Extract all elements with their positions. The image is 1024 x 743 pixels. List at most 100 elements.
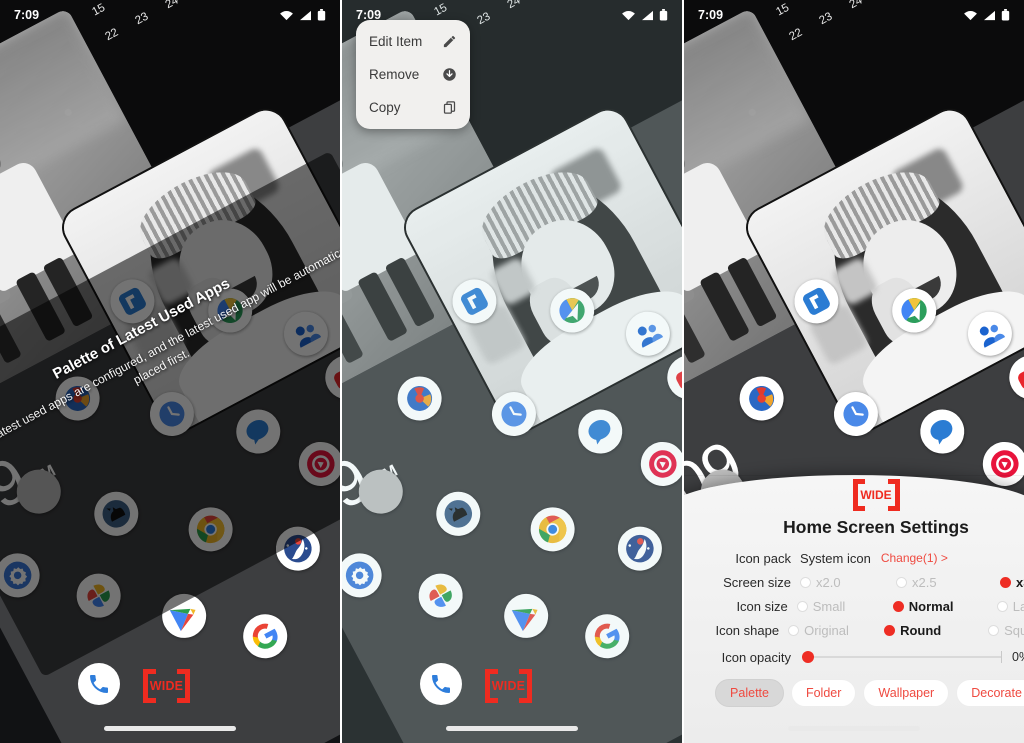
option-label: Square [1004, 622, 1024, 638]
tab-decorate[interactable]: Decorate [956, 679, 1024, 707]
wide-logo-text: WIDE [149, 679, 184, 693]
home-screen-rotated-surface-1: February 1234567891011121314151617181920… [0, 0, 340, 743]
phone-icon [90, 675, 108, 693]
app-icon-photos[interactable] [410, 565, 471, 625]
app-icon-clock[interactable] [826, 383, 886, 444]
app-icon-photos-edit[interactable] [389, 368, 450, 428]
slider-end-tick [1001, 651, 1002, 663]
icon-opacity-slider[interactable] [802, 651, 1002, 663]
tab-palette[interactable]: Palette [715, 679, 784, 707]
phone-panel-3: February 1234567891011121314151617181920… [684, 0, 1024, 743]
icon-size-option-large[interactable]: Large [996, 598, 1024, 614]
context-menu-item-copy[interactable]: Copy [356, 91, 470, 124]
battery-icon [659, 9, 668, 21]
screen-size-option-x25[interactable]: x2.5 [896, 575, 1000, 590]
wide-logo-text: WIDE [860, 488, 892, 502]
status-bar-1: 7:09 [0, 0, 340, 30]
dock-phone-button[interactable] [78, 663, 120, 705]
icon-size-option-small[interactable]: Small [796, 598, 893, 614]
option-label: Large [1012, 598, 1024, 614]
icon-pack-label: Icon pack [735, 550, 791, 566]
option-label: x2.5 [912, 574, 937, 590]
setting-row-icon-opacity: Icon opacity 0% [706, 644, 1024, 670]
phone-panel-1: February 1234567891011121314151617181920… [0, 0, 340, 743]
option-label: Small [812, 598, 846, 614]
icon-shape-option-round[interactable]: Round [884, 623, 988, 638]
app-icon-messages[interactable] [570, 401, 631, 461]
icon-pack-value: System icon [800, 550, 871, 566]
status-time: 7:09 [698, 8, 724, 22]
setting-row-icon-shape: Icon shape Original Round Square [706, 618, 1024, 642]
settings-title: Home Screen Settings [783, 517, 969, 537]
icon-opacity-label: Icon opacity [721, 649, 791, 665]
dock-phone-button[interactable] [420, 663, 462, 705]
status-time: 7:09 [14, 8, 40, 22]
dock-2: WIDE [342, 651, 682, 743]
app-icon-clock[interactable] [484, 383, 544, 444]
app-icon-messages[interactable] [912, 401, 973, 461]
icon-pack-change-link[interactable]: Change(1) > [881, 551, 948, 565]
app-icon-office[interactable] [786, 271, 847, 331]
signal-icon [984, 10, 995, 20]
nav-gesture-bar[interactable] [788, 726, 920, 731]
battery-icon [1001, 9, 1010, 21]
phone-icon [432, 675, 450, 693]
context-menu[interactable]: Edit Item Remove Copy [356, 20, 470, 129]
tab-wallpaper[interactable]: Wallpaper [863, 679, 950, 707]
app-icon-play-store[interactable] [496, 585, 556, 646]
radio-icon [788, 624, 800, 636]
context-menu-item-remove[interactable]: Remove [356, 58, 470, 91]
wifi-icon [280, 10, 293, 20]
dock-wide-logo[interactable]: WIDE [485, 669, 532, 703]
app-icon-nebula[interactable] [610, 518, 670, 578]
app-icon-maps[interactable] [884, 280, 944, 340]
option-label: Normal [908, 598, 954, 614]
dock-wide-logo[interactable]: WIDE [143, 669, 190, 703]
screen-size-option-x30[interactable]: x3.0 [1000, 575, 1024, 590]
app-icon-maps[interactable] [542, 280, 602, 340]
setting-row-icon-size: Icon size Small Normal Large [706, 594, 1024, 618]
battery-icon [317, 9, 326, 21]
option-label: x2.0 [816, 574, 841, 590]
option-label: Original [804, 622, 849, 638]
wifi-icon [964, 10, 977, 20]
wifi-icon [622, 10, 635, 20]
signal-icon [642, 10, 653, 20]
icon-shape-option-original[interactable]: Original [788, 623, 884, 638]
app-icon-chrome[interactable] [522, 499, 583, 559]
app-icon-youtube[interactable] [1001, 347, 1024, 407]
app-icon-target[interactable] [633, 433, 682, 494]
screenshot-root: February 1234567891011121314151617181920… [0, 0, 1024, 743]
nav-gesture-bar[interactable] [104, 726, 236, 731]
app-icon-placeholder[interactable] [351, 461, 411, 521]
radio-icon [884, 624, 896, 636]
status-icons [963, 9, 1010, 21]
radio-icon [800, 576, 811, 588]
radio-icon [796, 600, 808, 612]
dock-1: WIDE [0, 651, 340, 743]
option-label: x3.0 [1016, 574, 1024, 590]
nav-gesture-bar[interactable] [446, 726, 578, 731]
icon-shape-option-square[interactable]: Square [988, 623, 1024, 638]
signal-icon [300, 10, 311, 20]
icon-size-option-normal[interactable]: Normal [892, 598, 997, 614]
copy-icon [443, 101, 456, 114]
app-icon-photos-edit[interactable] [731, 368, 792, 428]
screen-size-option-x20[interactable]: x2.0 [800, 575, 896, 590]
sheet-top-hairline [684, 475, 1024, 476]
context-menu-item-edit-item[interactable]: Edit Item [356, 25, 470, 58]
icon-shape-label: Icon shape [715, 622, 780, 638]
tab-folder[interactable]: Folder [790, 679, 857, 707]
status-icons [279, 9, 326, 21]
app-icon-youtube[interactable] [659, 347, 682, 407]
app-icon-office[interactable] [444, 271, 505, 331]
app-icon-dark-pet[interactable] [428, 483, 489, 544]
app-icon-contacts[interactable] [960, 303, 1020, 363]
settings-tab-bar: Palette Folder Wallpaper Decorate [706, 679, 1024, 707]
slider-thumb[interactable] [802, 651, 814, 663]
app-icon-contacts[interactable] [618, 303, 678, 363]
pencil-icon [443, 35, 456, 48]
radio-icon [1000, 576, 1011, 588]
icon-opacity-value: 0% [1012, 650, 1024, 664]
status-bar-3: 7:09 [684, 0, 1024, 30]
